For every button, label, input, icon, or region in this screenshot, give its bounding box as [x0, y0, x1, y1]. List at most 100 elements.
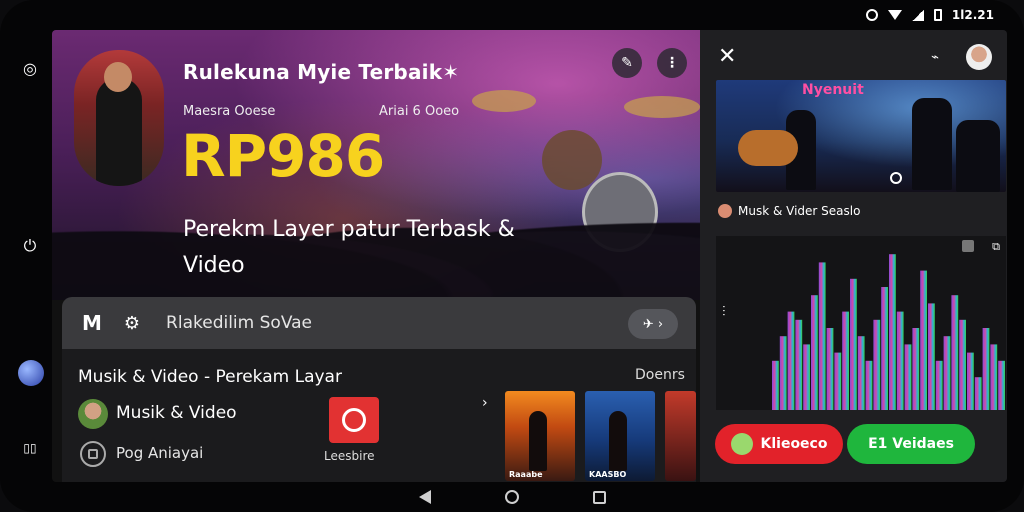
- globe-icon[interactable]: [18, 360, 44, 386]
- list-item-label[interactable]: Pog Aniayai: [116, 444, 203, 462]
- list-item-label[interactable]: Musik & Video: [116, 403, 237, 423]
- video-player[interactable]: Nyenuit: [716, 80, 1006, 192]
- record-icon: [342, 408, 366, 432]
- performer-silhouette: [956, 120, 1000, 192]
- wave-bar: [834, 352, 842, 410]
- wave-bar: [943, 336, 951, 410]
- thumbnail-figure: [609, 411, 627, 471]
- wave-bar: [865, 360, 873, 410]
- right-action-button[interactable]: E1 Veidaes: [847, 424, 975, 464]
- video-thumbnail[interactable]: KAASBO: [585, 391, 655, 481]
- cymbal: [624, 96, 700, 118]
- power-icon[interactable]: ⏻: [18, 234, 42, 258]
- wave-bar: [889, 254, 896, 410]
- wave-bar: [850, 278, 857, 410]
- face-icon: [730, 433, 753, 455]
- device-frame: 1l2.21 ◎ ⏻ ▯▯ Rulekuna Myie Terbaik✶ Mae…: [0, 0, 1024, 512]
- wave-bar: [811, 295, 818, 410]
- video-thumbnail[interactable]: Raaabe: [505, 391, 575, 481]
- playlist-icon[interactable]: [80, 441, 106, 467]
- hero-price: RP986: [181, 122, 385, 190]
- wave-bar: [772, 360, 779, 410]
- wave-bar: [912, 328, 920, 410]
- wifi-icon: [887, 10, 902, 20]
- wave-bar: [873, 319, 881, 410]
- signal-icon: [911, 9, 924, 21]
- right-action-label: E1 Veidaes: [868, 436, 954, 452]
- cymbal: [472, 90, 536, 112]
- wave-bar: [818, 262, 826, 410]
- wave-bar: [857, 336, 865, 410]
- app-screen: Rulekuna Myie Terbaik✶ Maesra Ooese Aria…: [52, 30, 1007, 482]
- link-icon[interactable]: ⌁: [922, 44, 948, 70]
- avatar[interactable]: [78, 399, 108, 429]
- chevron-right-icon[interactable]: ›: [482, 395, 488, 411]
- wave-bar: [928, 303, 935, 410]
- wave-bar: [990, 344, 998, 410]
- wave-bar: [951, 295, 959, 410]
- close-icon[interactable]: ✕: [718, 44, 736, 69]
- wave-bar: [982, 328, 990, 410]
- equalizer-icon[interactable]: ⫶: [722, 304, 726, 320]
- wave-bar: [967, 352, 974, 410]
- wave-bar: [904, 344, 912, 410]
- wave-bar: [787, 311, 795, 410]
- hero-subtitle-left: Maesra Ooese: [183, 104, 276, 119]
- home-app-icon[interactable]: ◎: [18, 56, 42, 80]
- more-options-icon[interactable]: ⋮: [657, 48, 687, 78]
- wave-bar: [881, 287, 888, 410]
- video-title: Nyenuit: [802, 82, 864, 98]
- wave-bar: [974, 377, 982, 410]
- avatar[interactable]: [966, 44, 992, 70]
- back-icon[interactable]: [418, 490, 431, 504]
- side-panel: ✕ ⌁ Nyenuit Musk & Vider ꓢeaslo ⫶ ⧉ Klie…: [700, 30, 1007, 482]
- home-icon[interactable]: [504, 490, 519, 504]
- audio-visualizer: ⫶ ⧉: [716, 236, 1006, 410]
- system-nav-bar: [0, 482, 1024, 512]
- thumbnail-caption: KAASBO: [589, 470, 627, 479]
- waveform: [772, 254, 1005, 410]
- wave-bar: [896, 311, 904, 410]
- recents-icon[interactable]: [592, 490, 606, 504]
- artist-head: [104, 62, 132, 92]
- brand-logo[interactable]: M: [82, 311, 102, 335]
- wave-bar: [779, 336, 787, 410]
- channel-row[interactable]: Musk & Vider ꓢeaslo: [718, 204, 860, 218]
- app-tile[interactable]: [329, 397, 379, 443]
- voice-search-button[interactable]: ✈ ›: [628, 309, 678, 339]
- status-bar: 1l2.21: [865, 8, 994, 22]
- search-input[interactable]: Rlakedilim SoVae: [166, 313, 312, 333]
- apps-icon[interactable]: ▯▯: [18, 436, 42, 460]
- thumbnail-caption: Raaabe: [509, 470, 543, 479]
- play-indicator-icon[interactable]: [890, 172, 902, 184]
- hero-banner: Rulekuna Myie Terbaik✶ Maesra Ooese Aria…: [52, 30, 700, 300]
- app-label: Leesbire: [324, 449, 375, 463]
- wave-bar: [795, 319, 803, 410]
- search-bar[interactable]: M ⚙ Rlakedilim SoVae ✈ ›: [62, 297, 696, 349]
- video-thumbnail[interactable]: [665, 391, 696, 481]
- channel-name: Musk & Vider ꓢeaslo: [738, 204, 861, 218]
- battery-icon: [933, 9, 942, 21]
- wave-bar: [842, 311, 849, 410]
- guitar: [738, 130, 798, 166]
- thumbnail-figure: [529, 411, 547, 471]
- artist-figure: [96, 78, 142, 186]
- performer-silhouette: [912, 98, 952, 190]
- chat-icon[interactable]: ✎: [612, 48, 642, 78]
- status-time: 1l2.21: [951, 8, 994, 22]
- left-action-button[interactable]: Klieoeco: [715, 424, 843, 464]
- artist-avatar[interactable]: [74, 50, 164, 186]
- gear-icon[interactable]: ⚙: [124, 313, 140, 334]
- left-action-label: Klieoeco: [760, 436, 828, 452]
- camera-icon: [865, 9, 878, 21]
- wave-bar: [959, 319, 966, 410]
- content-panel: Musik & Video - Perekam Layar Doenrs Mus…: [62, 349, 696, 482]
- wave-bar: [920, 270, 927, 410]
- channel-avatar: [718, 204, 732, 218]
- hero-title: Rulekuna Myie Terbaik✶: [183, 60, 460, 84]
- left-rail: ◎ ⏻ ▯▯: [0, 0, 52, 512]
- wave-bar: [935, 360, 943, 410]
- wave-bar: [998, 360, 1005, 410]
- section-link[interactable]: Doenrs: [635, 367, 685, 383]
- wave-bar: [803, 344, 810, 410]
